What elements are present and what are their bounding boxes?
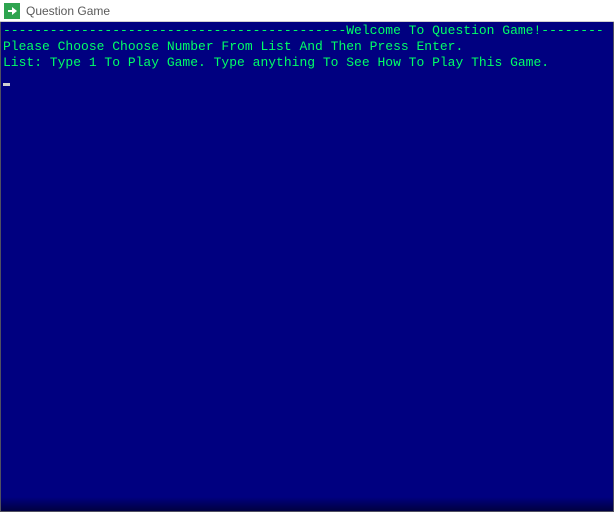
bottom-shadow	[1, 497, 613, 511]
titlebar[interactable]: Question Game	[0, 0, 614, 22]
console-line-instruction: Please Choose Choose Number From List An…	[3, 39, 613, 55]
arrow-right-icon	[4, 3, 20, 19]
cursor-icon	[3, 83, 10, 86]
console-area[interactable]: ----------------------------------------…	[0, 22, 614, 512]
console-line-list: List: Type 1 To Play Game. Type anything…	[3, 55, 613, 71]
app-window: Question Game --------------------------…	[0, 0, 614, 512]
console-line-welcome: ----------------------------------------…	[3, 23, 613, 39]
console-input-line[interactable]	[3, 71, 613, 87]
window-title: Question Game	[26, 4, 110, 18]
